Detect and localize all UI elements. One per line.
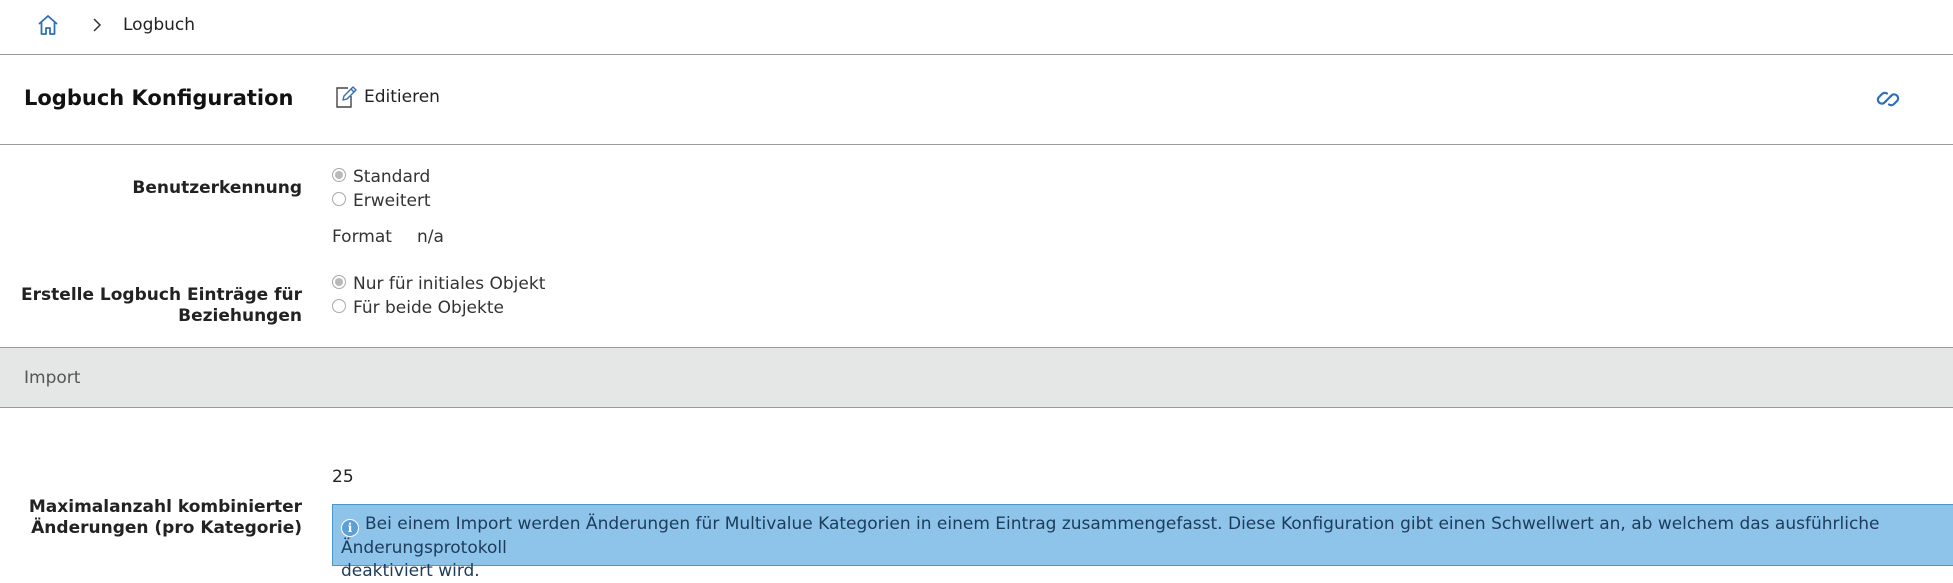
max-changes-label-line2: Änderungen (pro Kategorie) — [31, 518, 302, 538]
page-title: Logbuch Konfiguration — [24, 86, 294, 110]
breadcrumb-current[interactable]: Logbuch — [123, 15, 195, 35]
radio-extended[interactable]: Erweitert — [332, 189, 431, 213]
max-changes-value: 25 — [332, 467, 354, 487]
radio-both-objects-indicator[interactable] — [332, 299, 346, 313]
info-box: i Bei einem Import werden Änderungen für … — [332, 504, 1953, 581]
info-text-line1-text: Bei einem Import werden Änderungen für M… — [341, 514, 1880, 558]
radio-standard-indicator[interactable] — [332, 168, 346, 182]
format-label: Format — [332, 227, 392, 247]
info-text-line1: i Bei einem Import werden Änderungen für … — [341, 513, 1945, 560]
max-changes-label-line1: Maximalanzahl kombinierter — [28, 497, 302, 517]
info-icon: i — [341, 519, 359, 537]
format-value: n/a — [417, 227, 444, 247]
edit-button[interactable]: Editieren — [334, 84, 440, 110]
breadcrumb: Logbuch — [0, 0, 1953, 55]
page-header: Logbuch Konfiguration Editieren — [0, 55, 1953, 145]
radio-initial-object[interactable]: Nur für initiales Objekt — [332, 272, 545, 296]
info-text-line2: deaktiviert wird. — [341, 561, 480, 581]
import-section-header: Import — [0, 347, 1953, 408]
radio-initial-object-label: Nur für initiales Objekt — [353, 274, 546, 294]
radio-standard[interactable]: Standard — [332, 165, 430, 189]
radio-both-objects-label: Für beide Objekte — [353, 298, 504, 318]
relations-label: Erstelle Logbuch Einträge für Beziehunge… — [0, 285, 302, 327]
edit-button-label: Editieren — [364, 87, 440, 107]
edit-icon — [336, 86, 357, 108]
import-section: 25 Maximalanzahl kombinierter Änderungen… — [0, 409, 1953, 581]
radio-extended-label: Erweitert — [353, 191, 431, 211]
logbook-config-form: Benutzerkennung Standard Erweitert Forma… — [0, 145, 1953, 346]
radio-initial-object-indicator[interactable] — [332, 275, 346, 289]
relations-label-line1: Erstelle Logbuch Einträge für — [21, 285, 302, 305]
radio-both-objects[interactable]: Für beide Objekte — [332, 296, 504, 320]
import-section-title: Import — [24, 368, 81, 388]
link-icon[interactable] — [1874, 85, 1902, 113]
home-icon[interactable] — [36, 13, 60, 37]
chevron-right-icon — [93, 18, 102, 32]
radio-extended-indicator[interactable] — [332, 192, 346, 206]
user-recognition-label: Benutzerkennung — [132, 178, 302, 198]
radio-standard-label: Standard — [353, 167, 431, 187]
max-changes-label: Maximalanzahl kombinierter Änderungen (p… — [0, 497, 302, 539]
relations-label-line2: Beziehungen — [178, 306, 302, 326]
